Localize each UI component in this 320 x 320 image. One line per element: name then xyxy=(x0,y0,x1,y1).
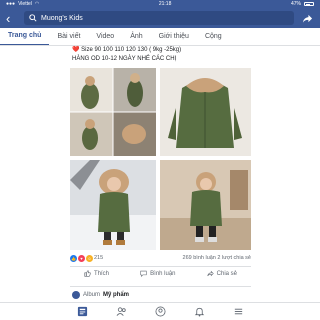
battery-icon xyxy=(304,2,314,6)
like-label: Thích xyxy=(94,270,110,277)
comment-label: Bình luận xyxy=(150,270,176,277)
photo-child-snow[interactable] xyxy=(70,160,156,250)
app-header: ‹ Muong's Kids xyxy=(0,8,320,28)
tab-about[interactable]: Giới thiệu xyxy=(151,28,197,45)
share-arrow-icon xyxy=(207,270,214,277)
post-line-1: Size 90 100 110 120 130 ( 9kg -25kg) xyxy=(81,47,182,53)
post-text: ❤️ Size 90 100 110 120 130 ( 9kg -25kg) … xyxy=(72,46,272,63)
battery-percent: 47% xyxy=(290,1,301,7)
like-button[interactable]: Thích xyxy=(84,270,109,277)
status-bar: ●●● Viettel ◠ 21:18 47% xyxy=(0,0,320,8)
news-feed-icon xyxy=(77,306,87,317)
nav-news-feed[interactable] xyxy=(75,305,89,319)
tab-photos[interactable]: Ảnh xyxy=(122,28,150,45)
heart-emoji: ❤️ xyxy=(72,47,80,53)
post-line-2: HÀNG OD 10-12 NGÀY NHÉ CÁC CHỊ xyxy=(72,55,177,62)
share-icon[interactable] xyxy=(300,11,314,25)
profile-icon xyxy=(155,306,165,317)
search-bar[interactable]: Muong's Kids xyxy=(24,11,294,25)
share-label: Chia sẻ xyxy=(216,270,237,277)
search-text: Muong's Kids xyxy=(41,14,83,22)
post-actions: Thích Bình luận Chia sẻ xyxy=(70,266,251,280)
nav-notifications[interactable] xyxy=(192,305,206,319)
like-reaction-icon: 👍 xyxy=(70,254,77,262)
divider xyxy=(70,286,251,287)
page-tabs: Trang chủ Bài viết Video Ảnh Giới thiệu … xyxy=(0,28,320,46)
photo-collage[interactable] xyxy=(70,68,156,156)
album-prefix: Album xyxy=(83,292,101,298)
search-icon xyxy=(29,14,37,22)
comment-button[interactable]: Bình luận xyxy=(140,270,176,277)
comment-icon xyxy=(140,270,147,277)
haha-reaction-icon: ☺ xyxy=(86,254,93,262)
signal-icon: ●●● xyxy=(6,1,16,7)
tab-video[interactable]: Video xyxy=(88,28,122,45)
reaction-count: 215 xyxy=(94,255,104,261)
thumbs-up-icon xyxy=(84,270,91,277)
nav-friends[interactable] xyxy=(114,305,128,319)
share-count[interactable]: 2 lượt chia sẻ xyxy=(217,255,251,261)
bottom-nav xyxy=(0,302,320,320)
reactions-summary[interactable]: 👍 ♥ ☺ 215 269 bình luận 2 lượt chia sẻ xyxy=(70,253,251,263)
back-arrow-icon[interactable]: ‹ xyxy=(6,12,18,25)
tab-community[interactable]: Cộng xyxy=(197,28,230,45)
tab-home[interactable]: Trang chủ xyxy=(0,28,50,45)
photo-child-indoor[interactable] xyxy=(160,160,251,250)
tab-posts[interactable]: Bài viết xyxy=(49,28,88,45)
next-post-preview[interactable]: Album Mỹ phẩm xyxy=(72,291,129,299)
photo-jacket[interactable] xyxy=(160,68,251,156)
nav-menu[interactable] xyxy=(231,305,245,319)
wifi-icon: ◠ xyxy=(34,1,40,7)
carrier-label: Viettel xyxy=(18,1,32,7)
photo-grid xyxy=(70,68,251,250)
comment-count[interactable]: 269 bình luận xyxy=(183,255,216,261)
album-name[interactable]: Mỹ phẩm xyxy=(103,292,129,298)
menu-icon xyxy=(234,308,242,315)
love-reaction-icon: ♥ xyxy=(78,254,85,262)
friends-icon xyxy=(116,307,126,316)
clock: 21:18 xyxy=(158,1,172,7)
nav-profile[interactable] xyxy=(153,305,167,319)
avatar xyxy=(72,291,80,299)
bell-icon xyxy=(194,307,204,317)
share-button[interactable]: Chia sẻ xyxy=(207,270,237,277)
